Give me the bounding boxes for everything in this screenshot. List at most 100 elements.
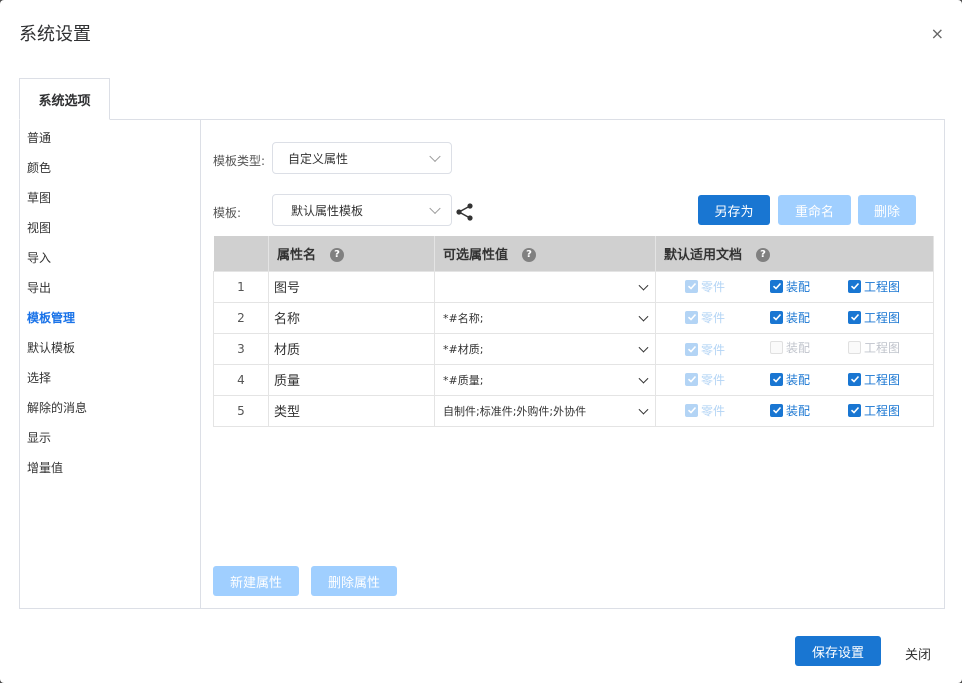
options-value: 自制件;标准件;外购件;外协件 (443, 404, 587, 418)
sidebar-item[interactable]: 选择 (27, 369, 51, 386)
save-settings-button[interactable]: 保存设置 (795, 636, 881, 666)
checkmark-icon (772, 314, 781, 321)
attr-name-cell[interactable]: 类型 (268, 394, 435, 427)
attr-name-header: 属性名? (268, 236, 435, 271)
drawing-checkbox[interactable]: 工程图 (848, 371, 900, 388)
row-index: 3 (213, 332, 269, 365)
help-icon[interactable]: ? (330, 248, 345, 263)
chevron-down-icon[interactable] (638, 373, 649, 384)
options-cell[interactable]: *#质量; (434, 363, 656, 396)
template-label: 模板: (213, 206, 242, 220)
row-index: 4 (213, 363, 269, 396)
delete-button[interactable]: 删除 (858, 195, 916, 225)
docs-cell: 零件 装配 工程图 (655, 394, 934, 427)
sidebar-item[interactable]: 模板管理 (27, 309, 75, 326)
assembly-checkbox[interactable]: 装配 (770, 309, 810, 326)
part-checkbox[interactable]: 零件 (685, 341, 725, 358)
drawing-checkbox[interactable]: 工程图 (848, 309, 900, 326)
part-checkbox-label: 零件 (701, 372, 726, 387)
table-header-row: 属性名? 可选属性值? 默认适用文档? (213, 236, 934, 271)
assembly-checkbox[interactable]: 装配 (770, 371, 810, 388)
sidebar-item[interactable]: 导出 (27, 279, 51, 296)
options-cell[interactable]: *#名称; (434, 301, 656, 334)
checkmark-icon (772, 407, 781, 414)
sidebar-item[interactable]: 普通 (27, 129, 51, 146)
checkbox-icon (848, 372, 861, 386)
checkbox-icon (770, 372, 783, 386)
chevron-down-icon[interactable] (638, 280, 649, 291)
drawing-checkbox-label: 工程图 (864, 372, 901, 387)
docs-header: 默认适用文档? (655, 236, 934, 271)
docs-cell: 零件 装配 工程图 (655, 363, 934, 396)
row-index: 2 (213, 301, 269, 334)
docs-header-label: 默认适用文档 (664, 247, 743, 263)
close-icon[interactable]: × (931, 24, 944, 43)
settings-panel: 普通 颜色 草图 视图 导入 导出 模板管理 默认模板 选择 解除的消息 显示 增量值 模板类型: 自… (19, 119, 945, 609)
rename-button[interactable]: 重命名 (778, 195, 851, 225)
save-as-button[interactable]: 另存为 (698, 195, 770, 225)
sidebar-item[interactable]: 显示 (27, 429, 51, 446)
options-value: *#质量; (443, 373, 484, 387)
checkbox-icon (685, 342, 698, 356)
part-checkbox-label: 零件 (701, 403, 726, 418)
checkbox-icon (770, 403, 783, 417)
delete-attribute-button[interactable]: 删除属性 (311, 566, 397, 596)
sidebar-item[interactable]: 颜色 (27, 159, 51, 176)
part-checkbox-label: 零件 (701, 310, 726, 325)
drawing-checkbox-label: 工程图 (864, 403, 901, 418)
sidebar-item[interactable]: 视图 (27, 219, 51, 236)
new-attribute-button[interactable]: 新建属性 (213, 566, 299, 596)
part-checkbox[interactable]: 零件 (685, 371, 725, 388)
attr-name-cell[interactable]: 材质 (268, 332, 435, 365)
template-type-select[interactable]: 自定义属性 (272, 142, 452, 174)
options-cell[interactable]: 自制件;标准件;外购件;外协件 (434, 394, 656, 427)
assembly-checkbox-label: 装配 (786, 403, 811, 418)
chevron-down-icon (429, 202, 441, 215)
part-checkbox-label: 零件 (701, 342, 726, 357)
chevron-down-icon[interactable] (638, 311, 649, 322)
checkbox-icon (770, 310, 783, 324)
checkmark-icon (687, 283, 696, 290)
sidebar-item[interactable]: 解除的消息 (27, 399, 87, 416)
share-icon[interactable] (455, 202, 475, 222)
checkmark-icon (850, 376, 859, 383)
assembly-checkbox[interactable]: 装配 (770, 339, 810, 356)
assembly-checkbox-label: 装配 (786, 372, 811, 387)
drawing-checkbox[interactable]: 工程图 (848, 278, 900, 295)
checkbox-icon (848, 403, 861, 417)
drawing-checkbox[interactable]: 工程图 (848, 339, 900, 356)
options-value: *#材质; (443, 342, 484, 356)
sidebar-item[interactable]: 默认模板 (27, 339, 75, 356)
assembly-checkbox-label: 装配 (786, 310, 811, 325)
options-cell[interactable]: *#材质; (434, 332, 656, 365)
attr-name-cell[interactable]: 质量 (268, 363, 435, 396)
checkbox-icon (770, 279, 783, 293)
assembly-checkbox[interactable]: 装配 (770, 278, 810, 295)
tab-system-options[interactable]: 系统选项 (19, 78, 110, 120)
assembly-checkbox-label: 装配 (786, 341, 811, 355)
options-cell[interactable] (434, 270, 656, 303)
sidebar-item[interactable]: 导入 (27, 249, 51, 266)
part-checkbox[interactable]: 零件 (685, 309, 725, 326)
checkmark-icon (687, 345, 696, 353)
docs-cell: 零件 装配 工程图 (655, 270, 934, 303)
assembly-checkbox[interactable]: 装配 (770, 402, 810, 419)
options-value: *#名称; (443, 311, 484, 325)
attr-name-cell[interactable]: 名称 (268, 301, 435, 334)
chevron-down-icon[interactable] (638, 404, 649, 415)
sidebar: 普通颜色草图视图导入导出模板管理默认模板选择解除的消息显示增量值 (20, 120, 201, 608)
part-checkbox[interactable]: 零件 (685, 402, 725, 419)
template-select[interactable]: 默认属性模板 (272, 194, 452, 226)
chevron-down-icon[interactable] (638, 342, 649, 353)
help-icon[interactable]: ? (756, 248, 771, 263)
attr-name-cell[interactable]: 图号 (268, 270, 435, 303)
sidebar-item[interactable]: 草图 (27, 189, 51, 206)
part-checkbox[interactable]: 零件 (685, 278, 725, 295)
row-index: 1 (213, 270, 269, 303)
sidebar-item[interactable]: 增量值 (27, 459, 63, 476)
close-button[interactable]: 关闭 (905, 644, 931, 663)
drawing-checkbox[interactable]: 工程图 (848, 402, 900, 419)
checkmark-icon (687, 314, 696, 321)
checkmark-icon (850, 283, 859, 290)
help-icon[interactable]: ? (522, 248, 537, 263)
